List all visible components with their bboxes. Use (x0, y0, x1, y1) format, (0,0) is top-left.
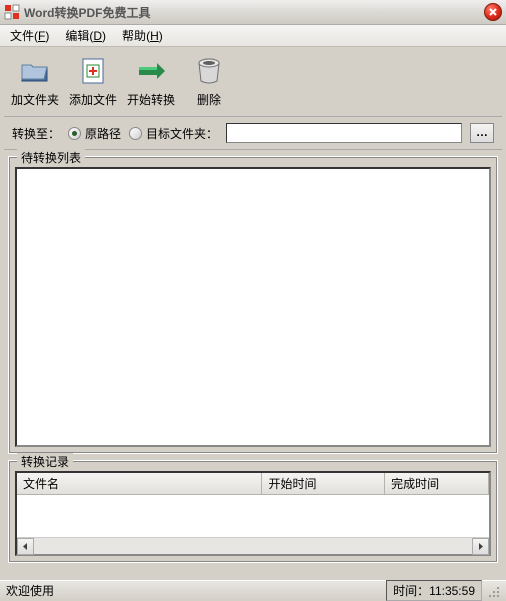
radio-icon (68, 127, 81, 140)
pending-list-fieldset: 待转换列表 (8, 156, 498, 454)
menubar: 文件(F) 编辑(D) 帮助(H) (0, 25, 506, 47)
app-icon (4, 4, 20, 20)
browse-button[interactable]: … (470, 123, 494, 143)
records-header: 文件名 开始时间 完成时间 (17, 473, 489, 495)
file-plus-icon (77, 55, 109, 87)
window-title: Word转换PDF免费工具 (24, 4, 484, 21)
close-button[interactable] (484, 3, 502, 21)
radio-original-path[interactable]: 原路径 (68, 125, 121, 142)
scroll-left-button[interactable] (17, 538, 34, 555)
scroll-track[interactable] (34, 538, 472, 554)
content-area: 加文件夹 添加文件 开始转换 (0, 47, 506, 573)
horizontal-scrollbar[interactable] (17, 537, 489, 554)
menu-help[interactable]: 帮助(H) (116, 25, 169, 46)
col-end-time[interactable]: 完成时间 (385, 473, 489, 494)
radio-icon (129, 127, 142, 140)
records-fieldset: 转换记录 文件名 开始时间 完成时间 (8, 460, 498, 563)
status-welcome: 欢迎使用 (6, 582, 386, 599)
col-filename[interactable]: 文件名 (17, 473, 262, 494)
chevron-left-icon (22, 543, 29, 550)
radio-target-label: 目标文件夹： (146, 125, 218, 142)
status-time: 时间：11:35:59 (386, 580, 482, 601)
start-convert-button[interactable]: 开始转换 (126, 55, 176, 108)
chevron-right-icon (477, 543, 484, 550)
radio-target-folder[interactable]: 目标文件夹： (129, 125, 218, 142)
col-start-time[interactable]: 开始时间 (262, 473, 385, 494)
pending-list-legend: 待转换列表 (17, 149, 85, 166)
records-body[interactable] (17, 495, 489, 537)
menu-edit[interactable]: 编辑(D) (59, 25, 112, 46)
add-folder-button[interactable]: 加文件夹 (10, 55, 60, 108)
target-folder-input[interactable] (226, 123, 462, 143)
delete-icon (193, 55, 225, 87)
dest-label: 转换至： (12, 125, 60, 142)
pending-listbox[interactable] (15, 167, 491, 447)
menu-file[interactable]: 文件(F) (4, 25, 55, 46)
folder-icon (19, 55, 51, 87)
resize-grip-icon[interactable] (486, 584, 500, 598)
destination-row: 转换至： 原路径 目标文件夹： … (4, 117, 502, 150)
radio-original-label: 原路径 (85, 125, 121, 142)
scroll-right-button[interactable] (472, 538, 489, 555)
toolbar: 加文件夹 添加文件 开始转换 (4, 51, 502, 117)
delete-button[interactable]: 删除 (184, 55, 234, 108)
records-legend: 转换记录 (17, 453, 73, 470)
add-file-button[interactable]: 添加文件 (68, 55, 118, 108)
statusbar: 欢迎使用 时间：11:35:59 (0, 580, 506, 600)
records-table: 文件名 开始时间 完成时间 (15, 471, 491, 556)
close-icon (488, 7, 498, 17)
titlebar: Word转换PDF免费工具 (0, 0, 506, 25)
convert-icon (135, 55, 167, 87)
